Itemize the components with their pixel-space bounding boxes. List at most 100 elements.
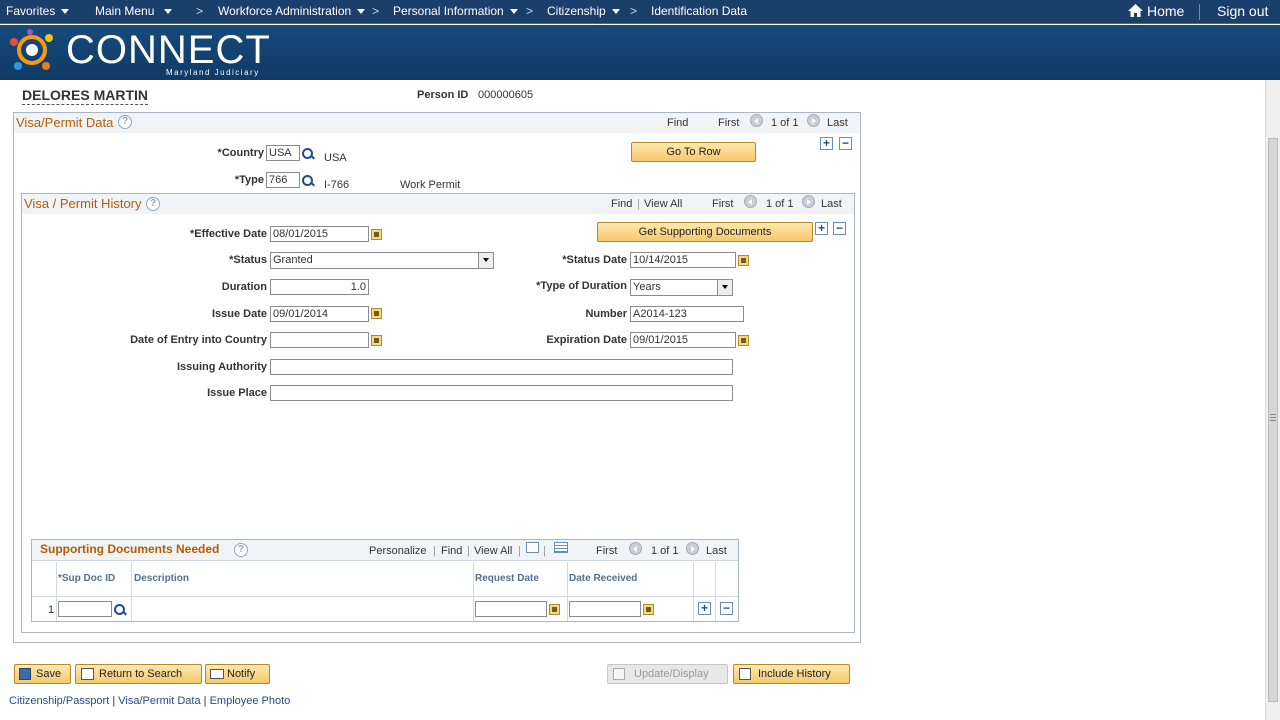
- history-title: Visa / Permit History: [24, 196, 142, 211]
- help-icon[interactable]: ?: [118, 115, 132, 129]
- employee-photo-link[interactable]: Employee Photo: [210, 695, 291, 707]
- calendar-icon[interactable]: [371, 229, 382, 240]
- visa-first-label: First: [718, 117, 740, 129]
- visa-last-label: Last: [827, 117, 848, 129]
- calendar-icon[interactable]: [549, 604, 560, 615]
- calendar-icon[interactable]: [371, 308, 382, 319]
- country-field[interactable]: USA: [266, 145, 300, 161]
- type-of-duration-label: *Type of Duration: [536, 280, 627, 292]
- next-icon[interactable]: [807, 114, 820, 127]
- add-row-icon[interactable]: +: [698, 602, 711, 615]
- include-history-button[interactable]: Include History: [733, 664, 850, 684]
- search-icon[interactable]: [302, 175, 314, 187]
- previous-icon[interactable]: [629, 542, 642, 555]
- column-header-request-date[interactable]: Request Date: [475, 573, 539, 584]
- save-label: Save: [36, 668, 62, 680]
- country-label: *Country: [217, 147, 264, 159]
- citizenship-passport-link[interactable]: Citizenship/Passport: [9, 695, 109, 707]
- connect-logo-icon: [10, 29, 53, 70]
- visa-section-title: Visa/Permit Data: [16, 115, 114, 130]
- sign-out-link[interactable]: Sign out: [1217, 0, 1268, 24]
- number-field[interactable]: A2014-123: [630, 306, 744, 322]
- issue-place-field[interactable]: [270, 385, 733, 401]
- column-header-sup-doc-id[interactable]: *Sup Doc ID: [58, 573, 115, 584]
- previous-icon[interactable]: [750, 114, 763, 127]
- add-row-icon[interactable]: +: [820, 137, 833, 150]
- search-icon[interactable]: [114, 604, 126, 616]
- column-header-description[interactable]: Description: [134, 573, 189, 584]
- personalize-link[interactable]: Personalize: [369, 545, 426, 557]
- chevron-down-icon: [478, 253, 493, 268]
- issuing-authority-field[interactable]: [270, 359, 733, 375]
- docs-find-link[interactable]: Find: [441, 545, 462, 557]
- calendar-icon[interactable]: [643, 604, 654, 615]
- home-link[interactable]: Home: [1128, 0, 1184, 24]
- effective-date-field[interactable]: 08/01/2015: [270, 226, 369, 242]
- docs-title: Supporting Documents Needed: [40, 542, 220, 556]
- return-to-search-button[interactable]: Return to Search: [75, 664, 202, 684]
- next-icon[interactable]: [686, 542, 699, 555]
- envelope-icon: [210, 669, 224, 679]
- breadcrumb-label: Personal Information: [393, 4, 504, 18]
- breadcrumb-identification-data[interactable]: Identification Data: [651, 0, 747, 24]
- add-row-icon[interactable]: +: [815, 222, 828, 235]
- calendar-icon[interactable]: [738, 255, 749, 266]
- delete-row-icon[interactable]: −: [833, 222, 846, 235]
- scrollbar-grip: [1270, 414, 1276, 415]
- vertical-scrollbar[interactable]: [1265, 80, 1280, 720]
- update-display-button[interactable]: Update/Display: [607, 664, 728, 684]
- save-button[interactable]: Save: [14, 664, 71, 684]
- entry-date-field[interactable]: [270, 332, 369, 348]
- previous-icon[interactable]: [744, 195, 757, 208]
- calendar-icon[interactable]: [371, 335, 382, 346]
- notify-button[interactable]: Notify: [205, 664, 270, 684]
- status-date-field[interactable]: 10/14/2015: [630, 252, 736, 268]
- get-supporting-documents-button[interactable]: Get Supporting Documents: [597, 222, 813, 242]
- breadcrumb-personal-information[interactable]: Personal Information: [393, 0, 518, 24]
- type-of-duration-select[interactable]: Years: [630, 279, 733, 296]
- visa-permit-data-link[interactable]: Visa/Permit Data: [118, 695, 200, 707]
- main-menu[interactable]: Main Menu: [95, 0, 173, 24]
- return-search-icon: [81, 668, 94, 680]
- column-divider: [473, 562, 474, 621]
- docs-row-count: 1 of 1: [651, 545, 679, 557]
- new-window-icon[interactable]: [526, 542, 539, 553]
- request-date-field[interactable]: [475, 601, 547, 617]
- expiration-date-field[interactable]: 09/01/2015: [630, 332, 736, 348]
- next-icon[interactable]: [802, 195, 815, 208]
- favorites-menu[interactable]: Favorites: [6, 0, 70, 24]
- save-icon: [19, 668, 31, 680]
- sup-doc-id-field[interactable]: [58, 601, 112, 617]
- duration-field[interactable]: 1.0: [270, 279, 369, 295]
- breadcrumb-workforce-administration[interactable]: Workforce Administration: [218, 0, 366, 24]
- search-icon[interactable]: [302, 148, 314, 160]
- history-view-all-link[interactable]: View All: [644, 198, 682, 210]
- go-to-row-button[interactable]: Go To Row: [631, 142, 756, 162]
- column-header-date-received[interactable]: Date Received: [569, 573, 637, 584]
- breadcrumb-separator-icon: >: [372, 4, 380, 18]
- breadcrumb-label: Workforce Administration: [218, 4, 352, 18]
- delete-row-icon[interactable]: −: [720, 602, 733, 615]
- issue-date-field[interactable]: 09/01/2014: [270, 306, 369, 322]
- calendar-icon[interactable]: [738, 335, 749, 346]
- breadcrumb-citizenship[interactable]: Citizenship: [547, 0, 620, 24]
- date-received-field[interactable]: [569, 601, 641, 617]
- help-icon[interactable]: ?: [146, 197, 160, 211]
- separator: |: [518, 545, 521, 557]
- chevron-down-icon: [357, 9, 366, 15]
- docs-view-all-link[interactable]: View All: [474, 545, 512, 557]
- separator: |: [433, 545, 436, 557]
- favorites-label: Favorites: [6, 4, 56, 18]
- notify-label: Notify: [227, 668, 256, 680]
- update-label: Update/Display: [634, 668, 709, 680]
- type-field[interactable]: 766: [266, 172, 300, 188]
- download-grid-icon[interactable]: [554, 542, 568, 553]
- history-find-link[interactable]: Find: [611, 198, 632, 210]
- delete-row-icon[interactable]: −: [839, 137, 852, 150]
- visa-find-link[interactable]: Find: [667, 117, 688, 129]
- status-select[interactable]: Granted: [270, 252, 494, 269]
- chevron-down-icon: [509, 9, 518, 15]
- return-label: Return to Search: [99, 668, 183, 680]
- person-id-value: 000000605: [478, 89, 534, 101]
- help-icon[interactable]: ?: [234, 543, 248, 557]
